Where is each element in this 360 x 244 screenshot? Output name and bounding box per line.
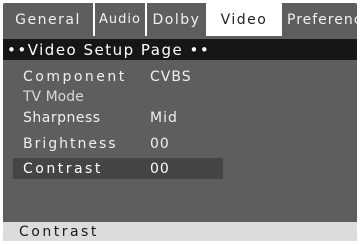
setting-label-brightness: Brightness — [23, 135, 118, 152]
status-text: Contrast — [19, 223, 99, 240]
setting-label-component: Component — [23, 68, 127, 85]
tab-dolby[interactable]: Dolby — [147, 3, 208, 36]
setting-row-contrast[interactable]: Contrast 00 — [13, 158, 223, 179]
setting-label-tv-mode: TV Mode — [23, 88, 84, 105]
tab-audio[interactable]: Audio — [95, 3, 147, 36]
tab-preference[interactable]: Preference — [282, 3, 357, 36]
video-setup-panel: General Audio Dolby Video Preference ••V… — [3, 3, 357, 241]
setting-value-brightness: 00 — [150, 135, 170, 152]
setting-row-component[interactable]: Component CVBS — [13, 66, 213, 87]
setting-row-tv-mode[interactable]: TV Mode — [13, 86, 213, 107]
setting-label-sharpness: Sharpness — [23, 109, 101, 126]
setting-value-sharpness: Mid — [150, 109, 178, 126]
setting-label-contrast: Contrast — [23, 160, 103, 177]
tab-general[interactable]: General — [3, 3, 95, 36]
screen: General Audio Dolby Video Preference ••V… — [0, 0, 360, 244]
setting-row-sharpness[interactable]: Sharpness Mid — [13, 107, 213, 128]
setting-row-brightness[interactable]: Brightness 00 — [13, 133, 213, 154]
setting-value-component: CVBS — [150, 68, 192, 85]
status-bar: Contrast — [3, 222, 357, 241]
page-title: ••Video Setup Page •• — [7, 40, 211, 59]
tab-video[interactable]: Video — [208, 3, 282, 36]
setting-value-contrast: 00 — [150, 160, 170, 177]
tab-bar: General Audio Dolby Video Preference — [3, 3, 357, 36]
page-title-bar: ••Video Setup Page •• — [3, 39, 357, 60]
